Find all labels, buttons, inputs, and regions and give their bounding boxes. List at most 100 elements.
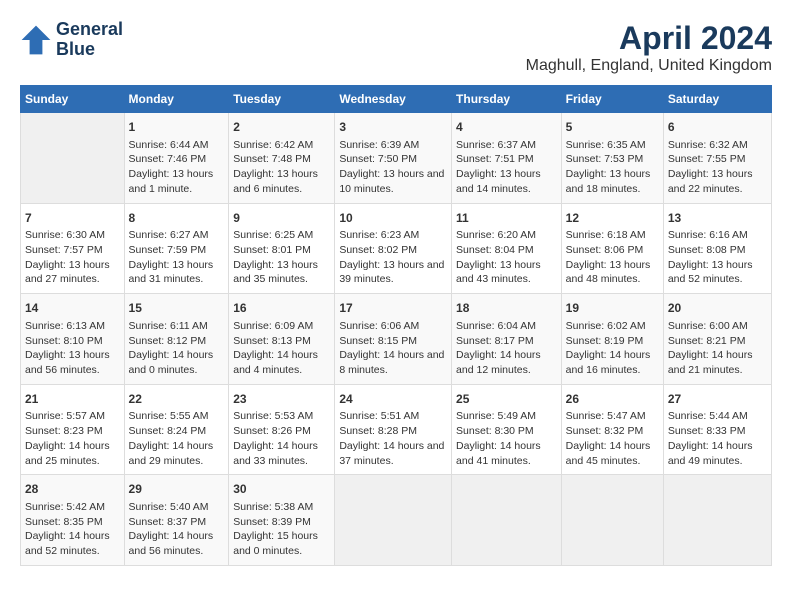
- day-number: 20: [668, 300, 767, 317]
- day-cell: 9Sunrise: 6:25 AMSunset: 8:01 PMDaylight…: [229, 203, 335, 294]
- day-info: Sunrise: 6:39 AMSunset: 7:50 PMDaylight:…: [339, 138, 447, 197]
- day-info: Sunrise: 5:57 AMSunset: 8:23 PMDaylight:…: [25, 409, 120, 468]
- day-info: Sunrise: 5:51 AMSunset: 8:28 PMDaylight:…: [339, 409, 447, 468]
- day-cell: 1Sunrise: 6:44 AMSunset: 7:46 PMDaylight…: [124, 113, 229, 204]
- logo-text: General Blue: [56, 20, 123, 60]
- day-number: 14: [25, 300, 120, 317]
- day-cell: [21, 113, 125, 204]
- day-number: 3: [339, 119, 447, 136]
- calendar-table: SundayMondayTuesdayWednesdayThursdayFrid…: [20, 85, 772, 566]
- day-info: Sunrise: 6:27 AMSunset: 7:59 PMDaylight:…: [129, 228, 225, 287]
- day-info: Sunrise: 6:32 AMSunset: 7:55 PMDaylight:…: [668, 138, 767, 197]
- day-info: Sunrise: 5:55 AMSunset: 8:24 PMDaylight:…: [129, 409, 225, 468]
- day-cell: 4 Sunrise: 6:37 AMSunset: 7:51 PMDaylight…: [452, 113, 562, 204]
- header-cell-friday: Friday: [561, 86, 663, 113]
- day-cell: 3 Sunrise: 6:39 AMSunset: 7:50 PMDaylight…: [335, 113, 452, 204]
- day-info: Sunrise: 6:25 AMSunset: 8:01 PMDaylight:…: [233, 228, 330, 287]
- day-number: 6: [668, 119, 767, 136]
- week-row-1: 1Sunrise: 6:44 AMSunset: 7:46 PMDaylight…: [21, 113, 772, 204]
- day-number: 13: [668, 210, 767, 227]
- day-number: 23: [233, 391, 330, 408]
- header-cell-saturday: Saturday: [663, 86, 771, 113]
- day-number: 8: [129, 210, 225, 227]
- day-cell: 2Sunrise: 6:42 AMSunset: 7:48 PMDaylight…: [229, 113, 335, 204]
- day-number: 26: [566, 391, 659, 408]
- title-section: April 2024 Maghull, England, United King…: [526, 20, 772, 75]
- day-cell: 11Sunrise: 6:20 AMSunset: 8:04 PMDayligh…: [452, 203, 562, 294]
- day-info: Sunrise: 5:53 AMSunset: 8:26 PMDaylight:…: [233, 409, 330, 468]
- logo-icon: [20, 24, 52, 56]
- week-row-2: 7Sunrise: 6:30 AMSunset: 7:57 PMDaylight…: [21, 203, 772, 294]
- header-cell-wednesday: Wednesday: [335, 86, 452, 113]
- day-number: 15: [129, 300, 225, 317]
- day-info: Sunrise: 5:38 AMSunset: 8:39 PMDaylight:…: [233, 500, 330, 559]
- day-cell: 27Sunrise: 5:44 AMSunset: 8:33 PMDayligh…: [663, 384, 771, 475]
- day-cell: 22Sunrise: 5:55 AMSunset: 8:24 PMDayligh…: [124, 384, 229, 475]
- day-number: 12: [566, 210, 659, 227]
- day-number: 4: [456, 119, 557, 136]
- header-cell-sunday: Sunday: [21, 86, 125, 113]
- day-info: Sunrise: 5:47 AMSunset: 8:32 PMDaylight:…: [566, 409, 659, 468]
- day-cell: 5 Sunrise: 6:35 AMSunset: 7:53 PMDaylight…: [561, 113, 663, 204]
- week-row-3: 14 Sunrise: 6:13 AMSunset: 8:10 PMDayligh…: [21, 294, 772, 385]
- day-cell: 19Sunrise: 6:02 AMSunset: 8:19 PMDayligh…: [561, 294, 663, 385]
- week-row-4: 21Sunrise: 5:57 AMSunset: 8:23 PMDayligh…: [21, 384, 772, 475]
- day-number: 10: [339, 210, 447, 227]
- day-info: Sunrise: 6:16 AMSunset: 8:08 PMDaylight:…: [668, 228, 767, 287]
- header-cell-tuesday: Tuesday: [229, 86, 335, 113]
- day-cell: 17Sunrise: 6:06 AMSunset: 8:15 PMDayligh…: [335, 294, 452, 385]
- day-info: Sunrise: 6:06 AMSunset: 8:15 PMDaylight:…: [339, 319, 447, 378]
- header-cell-thursday: Thursday: [452, 86, 562, 113]
- day-number: 22: [129, 391, 225, 408]
- day-cell: [663, 475, 771, 566]
- day-number: 28: [25, 481, 120, 498]
- day-info: Sunrise: 6:20 AMSunset: 8:04 PMDaylight:…: [456, 228, 557, 287]
- day-info: Sunrise: 6:13 AMSunset: 8:10 PMDaylight:…: [25, 319, 120, 378]
- day-number: 5: [566, 119, 659, 136]
- day-cell: 13Sunrise: 6:16 AMSunset: 8:08 PMDayligh…: [663, 203, 771, 294]
- day-number: 24: [339, 391, 447, 408]
- day-info: Sunrise: 6:04 AMSunset: 8:17 PMDaylight:…: [456, 319, 557, 378]
- day-cell: 25Sunrise: 5:49 AMSunset: 8:30 PMDayligh…: [452, 384, 562, 475]
- week-row-5: 28 Sunrise: 5:42 AMSunset: 8:35 PMDayligh…: [21, 475, 772, 566]
- day-number: 30: [233, 481, 330, 498]
- day-number: 18: [456, 300, 557, 317]
- day-cell: 18 Sunrise: 6:04 AMSunset: 8:17 PMDayligh…: [452, 294, 562, 385]
- main-title: April 2024: [526, 20, 772, 57]
- day-cell: 28 Sunrise: 5:42 AMSunset: 8:35 PMDayligh…: [21, 475, 125, 566]
- day-info: Sunrise: 6:30 AMSunset: 7:57 PMDaylight:…: [25, 228, 120, 287]
- day-cell: 29 Sunrise: 5:40 AMSunset: 8:37 PMDayligh…: [124, 475, 229, 566]
- day-number: 29: [129, 481, 225, 498]
- day-info: Sunrise: 5:40 AMSunset: 8:37 PMDaylight:…: [129, 500, 225, 559]
- day-cell: 12Sunrise: 6:18 AMSunset: 8:06 PMDayligh…: [561, 203, 663, 294]
- day-number: 2: [233, 119, 330, 136]
- day-cell: 8Sunrise: 6:27 AMSunset: 7:59 PMDaylight…: [124, 203, 229, 294]
- day-number: 25: [456, 391, 557, 408]
- day-cell: 26Sunrise: 5:47 AMSunset: 8:32 PMDayligh…: [561, 384, 663, 475]
- day-cell: 6 Sunrise: 6:32 AMSunset: 7:55 PMDaylight…: [663, 113, 771, 204]
- day-info: Sunrise: 6:09 AMSunset: 8:13 PMDaylight:…: [233, 319, 330, 378]
- day-info: Sunrise: 6:00 AMSunset: 8:21 PMDaylight:…: [668, 319, 767, 378]
- day-info: Sunrise: 6:37 AMSunset: 7:51 PMDaylight:…: [456, 138, 557, 197]
- day-cell: 15Sunrise: 6:11 AMSunset: 8:12 PMDayligh…: [124, 294, 229, 385]
- day-number: 11: [456, 210, 557, 227]
- day-info: Sunrise: 6:35 AMSunset: 7:53 PMDaylight:…: [566, 138, 659, 197]
- day-cell: 24Sunrise: 5:51 AMSunset: 8:28 PMDayligh…: [335, 384, 452, 475]
- day-cell: 30 Sunrise: 5:38 AMSunset: 8:39 PMDayligh…: [229, 475, 335, 566]
- day-cell: 14 Sunrise: 6:13 AMSunset: 8:10 PMDayligh…: [21, 294, 125, 385]
- day-number: 19: [566, 300, 659, 317]
- day-cell: 10Sunrise: 6:23 AMSunset: 8:02 PMDayligh…: [335, 203, 452, 294]
- day-cell: 7Sunrise: 6:30 AMSunset: 7:57 PMDaylight…: [21, 203, 125, 294]
- day-info: Sunrise: 5:49 AMSunset: 8:30 PMDaylight:…: [456, 409, 557, 468]
- day-cell: [452, 475, 562, 566]
- subtitle: Maghull, England, United Kingdom: [526, 57, 772, 75]
- day-info: Sunrise: 5:44 AMSunset: 8:33 PMDaylight:…: [668, 409, 767, 468]
- day-info: Sunrise: 6:18 AMSunset: 8:06 PMDaylight:…: [566, 228, 659, 287]
- header-cell-monday: Monday: [124, 86, 229, 113]
- day-cell: 21Sunrise: 5:57 AMSunset: 8:23 PMDayligh…: [21, 384, 125, 475]
- day-info: Sunrise: 5:42 AMSunset: 8:35 PMDaylight:…: [25, 500, 120, 559]
- day-number: 9: [233, 210, 330, 227]
- day-number: 21: [25, 391, 120, 408]
- day-info: Sunrise: 6:44 AMSunset: 7:46 PMDaylight:…: [129, 138, 225, 197]
- day-cell: 16Sunrise: 6:09 AMSunset: 8:13 PMDayligh…: [229, 294, 335, 385]
